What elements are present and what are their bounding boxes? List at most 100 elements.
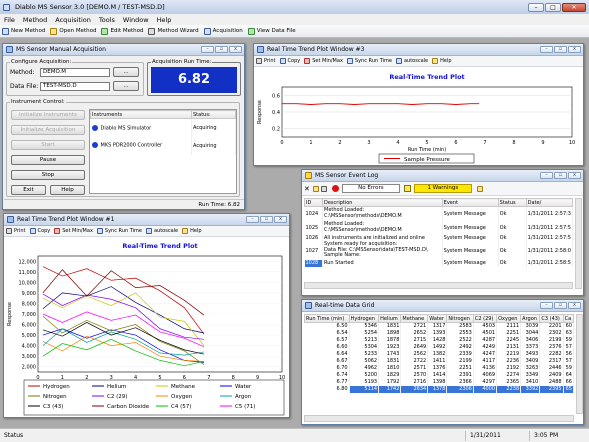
- open-log-icon[interactable]: [312, 185, 319, 192]
- minimize-button[interactable]: –: [540, 46, 553, 53]
- acknowledge-icon[interactable]: [476, 185, 483, 192]
- acquisition-button[interactable]: Acquisition: [203, 27, 243, 35]
- legend-label: C5 (71): [235, 404, 255, 410]
- close-button[interactable]: x: [568, 172, 581, 179]
- close-button[interactable]: x: [229, 46, 242, 53]
- grid-column-header[interactable]: Methane: [400, 314, 429, 323]
- grid-cell: 2251: [446, 364, 474, 372]
- grid-cell: 3409: [520, 357, 541, 365]
- grid-column-header[interactable]: Ca: [562, 314, 574, 323]
- grid-column-header[interactable]: Argon: [520, 314, 541, 323]
- data-file-label: Data File:: [10, 83, 39, 90]
- menu-file[interactable]: File: [0, 16, 19, 24]
- start-button[interactable]: Start: [11, 140, 85, 150]
- print-button[interactable]: Print: [256, 58, 276, 64]
- grid-column-header[interactable]: Oxygen: [496, 314, 522, 323]
- view-data-file-button[interactable]: View Data File: [247, 27, 296, 35]
- sync-run-time-button[interactable]: Sync Run Time: [346, 58, 392, 64]
- stop-button[interactable]: Stop: [11, 170, 85, 180]
- exit-button[interactable]: Exit: [11, 185, 46, 195]
- grid-column-header[interactable]: C2 (29): [472, 314, 498, 323]
- help-button[interactable]: Help: [50, 185, 85, 195]
- print-icon[interactable]: [320, 185, 327, 192]
- y-tick-label: 0.2: [272, 127, 280, 133]
- menu-help[interactable]: Help: [153, 16, 176, 24]
- log-row[interactable]: 1024 Method Loaded: C:\MSSensor\methods\D…: [304, 206, 573, 221]
- help-button[interactable]: Help: [182, 228, 202, 234]
- grid-cell: 59: [563, 336, 574, 344]
- restore-button[interactable]: ▫: [554, 302, 567, 309]
- grid-row[interactable]: 6.54 5254 1898 2652 1393 2553 4501 2251 3044 2302…: [304, 329, 574, 337]
- grid-row[interactable]: 6.60 5304 1923 2649 1492 2492 4249 2131 3373 2376…: [304, 343, 574, 351]
- instrument-row[interactable]: Diablo MS Simulator Acquiring: [90, 118, 236, 137]
- grid-vertical-scrollbar[interactable]: [576, 314, 583, 414]
- log-row-selected[interactable]: 1028 Run Started System Message Ok 1/31/2011…: [304, 259, 573, 267]
- log-vertical-scrollbar[interactable]: [575, 198, 582, 289]
- restore-button[interactable]: ▫: [215, 46, 228, 53]
- edit-method-button[interactable]: Edit Method: [101, 27, 143, 35]
- copy-icon: [29, 228, 36, 234]
- set-min-max-button[interactable]: Set Min/Max: [54, 228, 93, 234]
- y-tick-label: 4,000: [22, 344, 36, 350]
- pause-button[interactable]: Pause: [11, 155, 85, 165]
- initialize-instruments-button[interactable]: Initialize Instruments: [11, 110, 85, 120]
- restore-button[interactable]: ▫: [554, 172, 567, 179]
- grid-row[interactable]: 6.64 5233 1743 2562 1382 2339 4247 2219 3493 2282…: [304, 350, 574, 358]
- grid-column-header[interactable]: Helium: [378, 314, 402, 323]
- minimize-button[interactable]: –: [246, 216, 259, 223]
- menu-tools[interactable]: Tools: [95, 16, 119, 24]
- grid-row[interactable]: 6.57 5213 1878 2715 1428 2522 4287 2245 3406 2199…: [304, 336, 574, 344]
- log-row[interactable]: 1027 System ready for acquisition: Data F…: [304, 241, 573, 260]
- grid-column-header[interactable]: Water: [427, 314, 448, 323]
- grid-horizontal-scrollbar[interactable]: [304, 415, 574, 422]
- browse-data-file-button[interactable]: ...: [113, 81, 139, 91]
- method-wizard-button[interactable]: Method Wizard: [148, 27, 199, 35]
- grid-column-header[interactable]: Hydrogen: [348, 314, 380, 323]
- grid-row[interactable]: 6.50 5346 1831 2721 1317 2583 4503 2111 3039 2201…: [304, 322, 574, 330]
- print-button[interactable]: Print: [6, 228, 26, 234]
- grid-row[interactable]: 6.67 5062 1831 2722 1411 2199 4117 2236 3409 2317…: [304, 357, 574, 365]
- y-tick-label: 5,000: [22, 333, 36, 339]
- minimize-button[interactable]: –: [540, 172, 553, 179]
- grid-row[interactable]: 6.74 5200 1829 2570 1414 2391 4069 2274 3349 2409…: [304, 371, 574, 379]
- grid-cell: 2376: [539, 343, 564, 351]
- set-min-max-button[interactable]: Set Min/Max: [304, 58, 343, 64]
- copy-button[interactable]: Copy: [29, 228, 50, 234]
- copy-button[interactable]: Copy: [279, 58, 300, 64]
- sync-run-time-button[interactable]: Sync Run Time: [96, 228, 142, 234]
- minimize-button[interactable]: –: [528, 2, 544, 12]
- grid-row[interactable]: 6.77 5193 1792 2716 1398 2366 4297 2365 3410 2488…: [304, 378, 574, 386]
- restore-button[interactable]: ▫: [554, 46, 567, 53]
- grid-column-header[interactable]: Run Time (min): [304, 314, 350, 323]
- grid-row[interactable]: 6.70 4962 1810 2571 1376 2251 4136 2192 3263 2446…: [304, 364, 574, 372]
- restore-button[interactable]: ▫: [260, 216, 273, 223]
- data-file-field[interactable]: TEST-MSD.D: [40, 82, 110, 91]
- help-button[interactable]: Help: [432, 58, 452, 64]
- grid-column-header[interactable]: Nitrogen: [446, 314, 474, 323]
- method-field[interactable]: DEMO.M: [40, 68, 110, 77]
- grid-column-header[interactable]: C3 (43): [539, 314, 564, 323]
- menu-method[interactable]: Method: [19, 16, 51, 24]
- maximize-button[interactable]: □: [545, 2, 561, 12]
- minimize-button[interactable]: –: [201, 46, 214, 53]
- close-button[interactable]: x: [568, 302, 581, 309]
- autoscale-button[interactable]: autoscale: [395, 58, 428, 64]
- grid-cell: 2365: [496, 378, 522, 386]
- clear-log-icon[interactable]: ✕: [304, 185, 310, 193]
- autoscale-button[interactable]: autoscale: [145, 228, 178, 234]
- new-method-button[interactable]: New Method: [2, 27, 45, 35]
- log-horizontal-scrollbar[interactable]: [304, 282, 573, 289]
- instrument-row[interactable]: MKS PDR2000 Controller Acquiring: [90, 136, 236, 155]
- close-button[interactable]: x: [568, 46, 581, 53]
- menu-acquisition[interactable]: Acquisition: [51, 16, 95, 24]
- browse-method-button[interactable]: ...: [113, 67, 139, 77]
- initialize-acquisition-button[interactable]: Initialize Acquisition: [11, 125, 85, 135]
- grid-cell: 2492: [446, 343, 474, 351]
- open-method-button[interactable]: Open Method: [50, 27, 96, 35]
- close-button[interactable]: ✕: [562, 2, 586, 12]
- grid-row-selected[interactable]: 6.80 5114 1742 2634 1378 2306 4000 2238 3392 2395…: [304, 385, 574, 393]
- close-button[interactable]: x: [274, 216, 287, 223]
- menu-window[interactable]: Window: [119, 16, 153, 24]
- minimize-button[interactable]: –: [540, 302, 553, 309]
- log-row[interactable]: 1025 Method Loaded: C:\MSSensor\methods\D…: [304, 220, 573, 235]
